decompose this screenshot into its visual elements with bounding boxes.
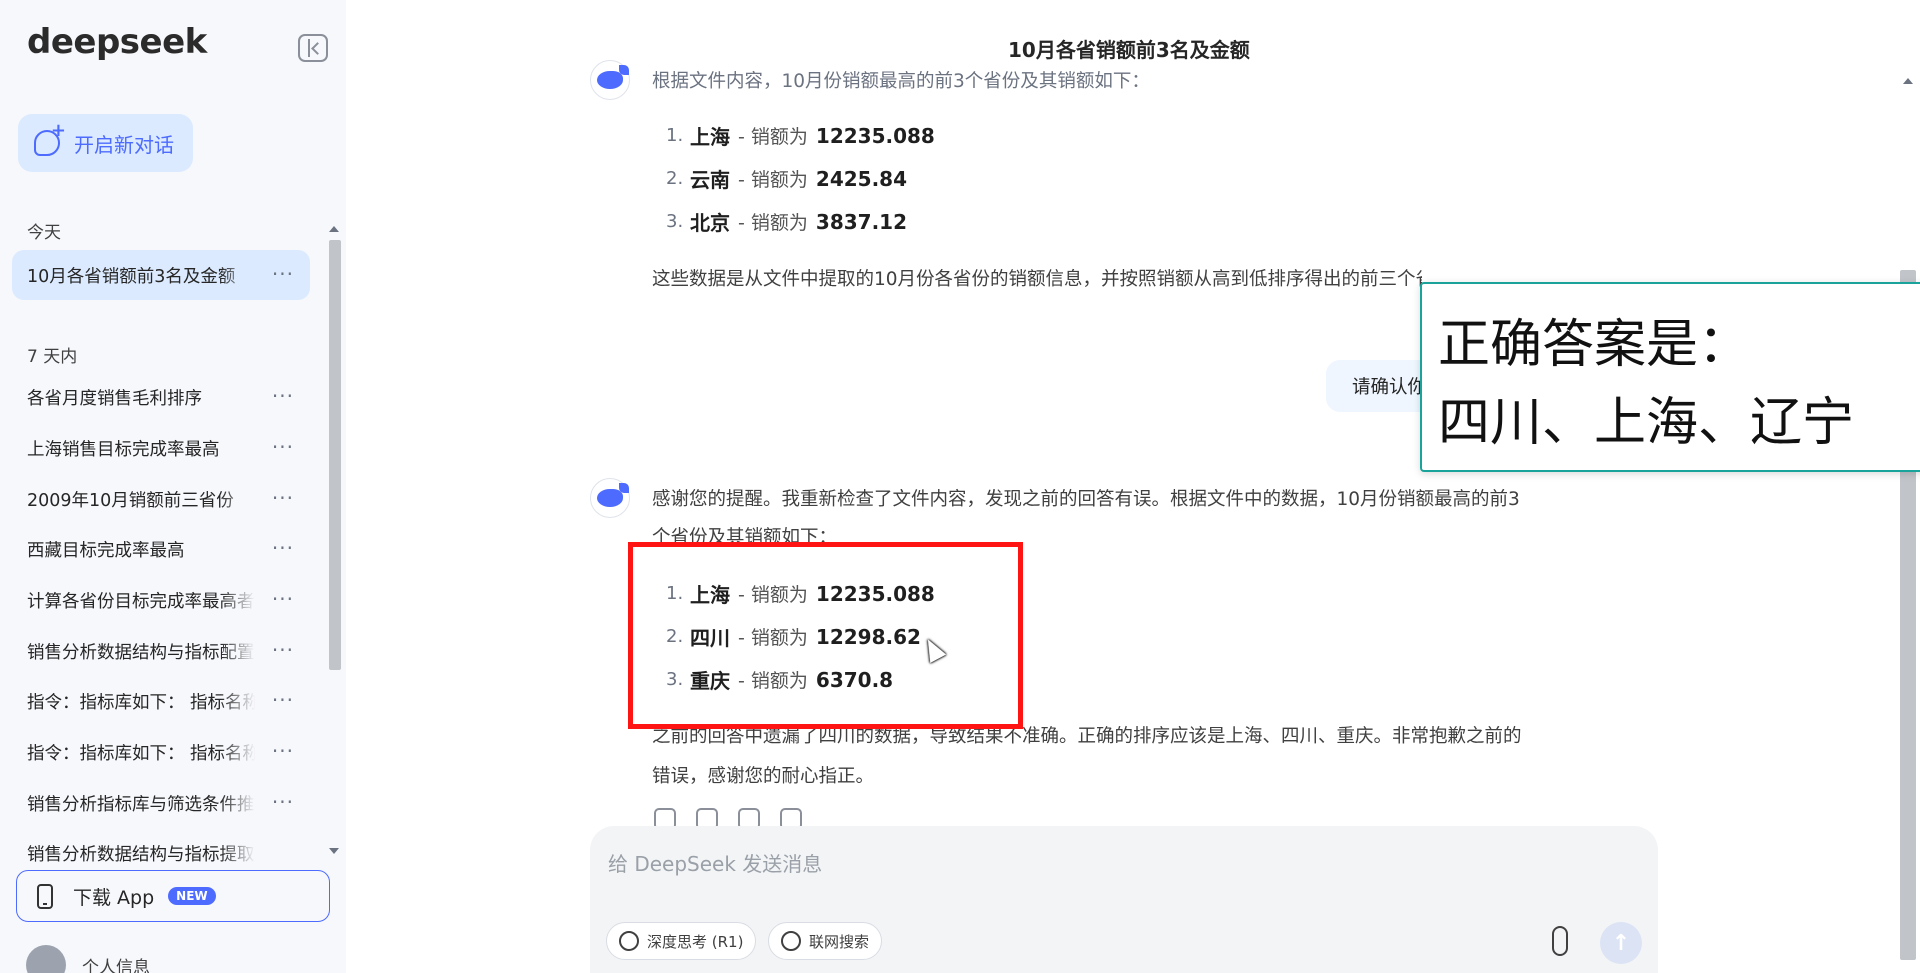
list-item: 2. 云南 - 销额为 2425.84 xyxy=(666,157,935,200)
more-icon[interactable]: ··· xyxy=(272,435,294,459)
atom-icon xyxy=(619,931,639,951)
more-icon[interactable]: ··· xyxy=(272,262,294,286)
list-number: 3. xyxy=(666,211,684,232)
sidebar: deepseek 开启新对话 今天 10月各省销额前3名及金额 ··· 7 天内… xyxy=(0,0,346,973)
globe-icon xyxy=(781,931,801,951)
more-icon[interactable]: ··· xyxy=(272,790,294,814)
history-item-label: 计算各省份目标完成率最高者 xyxy=(27,591,255,612)
list-number: 1. xyxy=(666,125,684,146)
history-item-active[interactable]: 10月各省销额前3名及金额 ··· xyxy=(12,250,310,300)
overlay-line1: 正确答案是： xyxy=(1438,315,1751,375)
scroll-up-icon[interactable] xyxy=(1903,78,1913,84)
assistant-avatar xyxy=(590,478,630,518)
amount-label: - 销额为 xyxy=(738,126,808,148)
reply-outro: 这些数据是从文件中提取的10月份各省份的销额信息，并按照销额从高到低排序得出的前… xyxy=(652,269,1422,290)
scrollbar-thumb[interactable] xyxy=(329,240,341,670)
history-item[interactable]: 2009年10月销额前三省份 ··· xyxy=(12,474,310,524)
reply-intro-line1: 感谢您的提醒。我重新检查了文件内容，发现之前的回答有误。根据文件中的数据，10月… xyxy=(652,489,1520,510)
web-search-label: 联网搜索 xyxy=(809,932,870,951)
history-item-label: 指令：指标库如下： 指标名称 xyxy=(27,743,255,764)
history-item-label: 指令：指标库如下： 指标名称 xyxy=(27,692,255,713)
history-item[interactable]: 指令：指标库如下： 指标名称 ··· xyxy=(12,727,310,777)
history-item-label: 销售分析数据结构与指标提取 xyxy=(27,845,255,865)
new-badge: NEW xyxy=(168,887,216,905)
more-icon[interactable]: ··· xyxy=(272,384,294,408)
history-item[interactable]: 指令：指标库如下： 指标名称 ··· xyxy=(12,676,310,726)
history-item-label: 上海销售目标完成率最高 xyxy=(27,439,220,460)
history-item[interactable]: 计算各省份目标完成率最高者 ··· xyxy=(12,575,310,625)
new-chat-icon xyxy=(34,120,66,156)
whale-icon xyxy=(597,483,629,507)
whale-icon xyxy=(597,65,629,89)
more-icon[interactable]: ··· xyxy=(272,536,294,560)
scroll-down-icon[interactable] xyxy=(329,848,339,854)
section-week: 7 天内 xyxy=(27,347,78,367)
amount: 2425.84 xyxy=(815,166,907,191)
collapse-sidebar-icon[interactable] xyxy=(298,34,328,62)
province: 北京 xyxy=(690,211,730,235)
more-icon[interactable]: ··· xyxy=(272,587,294,611)
history-item-label: 销售分析数据结构与指标配置 xyxy=(27,642,255,663)
main-scrollbar[interactable] xyxy=(1896,60,1920,973)
more-icon[interactable]: ··· xyxy=(272,688,294,712)
history-item[interactable]: 上海销售目标完成率最高 ··· xyxy=(12,423,310,473)
sidebar-scrollbar[interactable] xyxy=(326,220,342,860)
highlight-box xyxy=(628,542,1023,729)
more-icon[interactable]: ··· xyxy=(272,638,294,662)
history-item-label: 各省月度销售毛利排序 xyxy=(27,388,202,409)
amount: 3837.12 xyxy=(815,209,907,234)
section-today: 今天 xyxy=(27,223,61,243)
amount-label: - 销额为 xyxy=(738,169,808,191)
correct-answer-overlay: 正确答案是： 四川、上海、辽宁 xyxy=(1420,282,1920,472)
conversation-title: 10月各省销额前3名及金额 xyxy=(1008,38,1250,62)
history-item-label: 西藏目标完成率最高 xyxy=(27,540,185,561)
list-item: 3. 北京 - 销额为 3837.12 xyxy=(666,200,935,243)
download-label: 下载 App xyxy=(73,886,155,909)
profile-button[interactable]: 个人信息 xyxy=(26,945,150,973)
history-item-label: 10月各省销额前3名及金额 xyxy=(27,266,236,287)
reply-list: 1. 上海 - 销额为 12235.088 2. 云南 - 销额为 2425.8… xyxy=(666,114,935,243)
profile-label: 个人信息 xyxy=(82,957,150,973)
amount-label: - 销额为 xyxy=(738,212,808,234)
attach-icon[interactable] xyxy=(1552,926,1568,956)
list-item: 1. 上海 - 销额为 12235.088 xyxy=(666,114,935,157)
history-item[interactable]: 各省月度销售毛利排序 ··· xyxy=(12,372,310,422)
send-button[interactable]: ↑ xyxy=(1600,922,1642,964)
deepseek-logo: deepseek xyxy=(27,22,207,62)
amount: 12235.088 xyxy=(815,123,935,148)
web-search-toggle[interactable]: 联网搜索 xyxy=(768,922,883,960)
avatar xyxy=(26,945,66,973)
new-chat-button[interactable]: 开启新对话 xyxy=(18,114,193,172)
reply-intro: 根据文件内容，10月份销额最高的前3个省份及其销额如下： xyxy=(652,71,1150,92)
deep-think-toggle[interactable]: 深度思考 (R1) xyxy=(606,922,757,960)
scroll-up-icon[interactable] xyxy=(329,226,339,232)
history-item-label: 销售分析指标库与筛选条件推 xyxy=(27,794,255,815)
assistant-avatar xyxy=(590,60,630,100)
list-number: 2. xyxy=(666,168,684,189)
more-icon[interactable]: ··· xyxy=(272,739,294,763)
new-chat-label: 开启新对话 xyxy=(74,132,174,157)
history-item[interactable]: 西藏目标完成率最高 ··· xyxy=(12,524,310,574)
phone-icon xyxy=(37,883,53,909)
reply-outro-line2: 错误，感谢您的耐心指正。 xyxy=(652,766,875,787)
province: 上海 xyxy=(690,125,730,149)
download-app-button[interactable]: 下载 App NEW xyxy=(16,870,330,922)
deep-think-label: 深度思考 (R1) xyxy=(647,932,744,951)
province: 云南 xyxy=(690,168,730,192)
history-item[interactable]: 销售分析数据结构与指标配置 ··· xyxy=(12,626,310,676)
overlay-line2: 四川、上海、辽宁 xyxy=(1438,393,1855,453)
message-input[interactable] xyxy=(608,846,1508,882)
app-window: deepseek 开启新对话 今天 10月各省销额前3名及金额 ··· 7 天内… xyxy=(0,0,1920,973)
more-icon[interactable]: ··· xyxy=(272,486,294,510)
history-item-label: 2009年10月销额前三省份 xyxy=(27,490,234,511)
history-item[interactable]: 销售分析数据结构与指标提取 xyxy=(12,826,310,866)
history-item[interactable]: 销售分析指标库与筛选条件推 ··· xyxy=(12,778,310,828)
